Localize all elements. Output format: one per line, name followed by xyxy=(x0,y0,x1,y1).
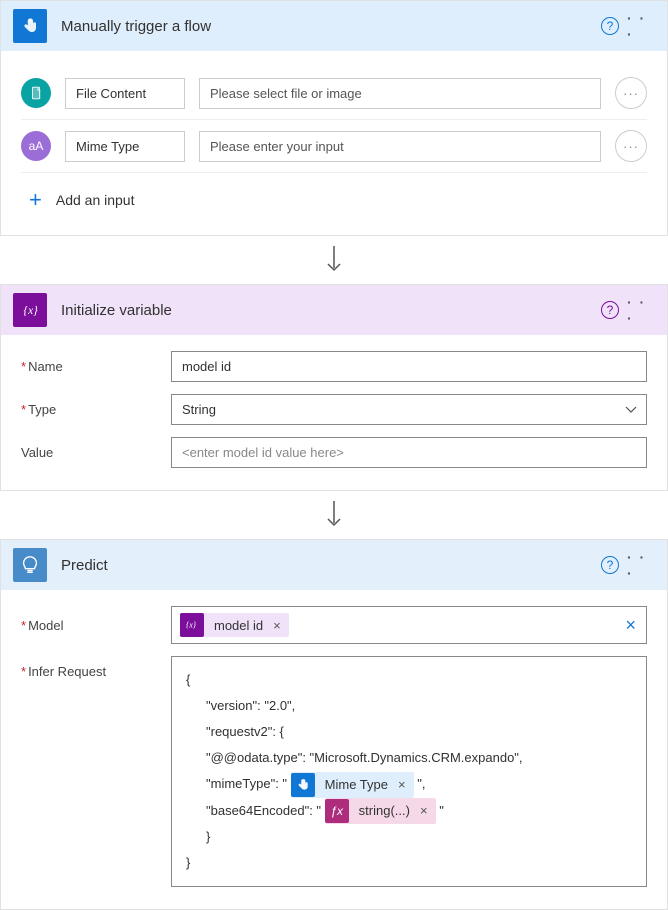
variable-icon: {x} xyxy=(13,293,47,327)
text-icon: aA xyxy=(21,131,51,161)
predict-header[interactable]: Predict ? · · · xyxy=(1,540,667,590)
predict-icon xyxy=(13,548,47,582)
expression-token[interactable]: ƒx string(...) × xyxy=(325,798,436,824)
input-label[interactable]: Mime Type xyxy=(65,131,185,162)
type-row: Type xyxy=(1,388,667,431)
json-line: "mimeType": " Mime Type × ", xyxy=(186,771,632,798)
input-row-file: File Content Please select file or image… xyxy=(21,67,647,120)
name-label: Name xyxy=(21,359,171,374)
json-line: } xyxy=(186,824,632,850)
infer-label: Infer Request xyxy=(21,656,171,679)
predict-card: Predict ? · · · Model {x} model id × × I… xyxy=(0,539,668,910)
value-row: Value xyxy=(1,431,667,474)
help-icon[interactable]: ? xyxy=(601,301,619,319)
clear-icon[interactable]: × xyxy=(625,615,636,636)
variable-title: Initialize variable xyxy=(61,302,601,319)
json-line: "base64Encoded": " ƒx string(...) × " xyxy=(186,798,632,825)
arrow-down-icon xyxy=(0,491,668,539)
type-select[interactable] xyxy=(171,394,647,425)
input-row-mime: aA Mime Type Please enter your input ··· xyxy=(21,120,647,173)
infer-request-input[interactable]: { "version": "2.0", "requestv2": { "@@od… xyxy=(171,656,647,887)
json-line: { xyxy=(186,667,632,693)
name-row: Name xyxy=(1,345,667,388)
variable-header[interactable]: {x} Initialize variable ? · · · xyxy=(1,285,667,335)
trigger-header[interactable]: Manually trigger a flow ? · · · xyxy=(1,1,667,51)
svg-text:{x}: {x} xyxy=(186,621,197,630)
variable-token-icon: {x} xyxy=(180,613,204,637)
model-input[interactable]: {x} model id × × xyxy=(171,606,647,644)
arrow-down-icon xyxy=(0,236,668,284)
model-row: Model {x} model id × × xyxy=(1,600,667,650)
token-remove-icon[interactable]: × xyxy=(420,798,436,824)
name-input[interactable] xyxy=(171,351,647,382)
file-icon xyxy=(21,78,51,108)
json-line: "@@odata.type": "Microsoft.Dynamics.CRM.… xyxy=(186,745,632,771)
input-more-icon[interactable]: ··· xyxy=(615,77,647,109)
add-input-button[interactable]: + Add an input xyxy=(21,173,647,219)
add-input-label: Add an input xyxy=(56,192,135,208)
more-icon[interactable]: · · · xyxy=(627,555,655,575)
token-remove-icon[interactable]: × xyxy=(273,618,289,633)
input-value[interactable]: Please enter your input xyxy=(199,131,601,162)
trigger-token-icon xyxy=(291,773,315,797)
trigger-title: Manually trigger a flow xyxy=(61,18,601,35)
json-line: } xyxy=(186,850,632,876)
input-more-icon[interactable]: ··· xyxy=(615,130,647,162)
trigger-card: Manually trigger a flow ? · · · File Con… xyxy=(0,0,668,236)
svg-text:{x}: {x} xyxy=(23,304,38,317)
json-line: "requestv2": { xyxy=(186,719,632,745)
variable-card: {x} Initialize variable ? · · · Name Typ… xyxy=(0,284,668,491)
mime-type-token[interactable]: Mime Type × xyxy=(291,772,414,798)
predict-title: Predict xyxy=(61,557,601,574)
input-value[interactable]: Please select file or image xyxy=(199,78,601,109)
token-remove-icon[interactable]: × xyxy=(398,772,414,798)
infer-row: Infer Request { "version": "2.0", "reque… xyxy=(1,650,667,893)
model-token[interactable]: {x} model id × xyxy=(180,613,289,637)
type-label: Type xyxy=(21,402,171,417)
input-label[interactable]: File Content xyxy=(65,78,185,109)
value-label: Value xyxy=(21,445,171,460)
more-icon[interactable]: · · · xyxy=(627,16,655,36)
plus-icon: + xyxy=(29,187,42,213)
fx-icon: ƒx xyxy=(325,799,349,823)
trigger-icon xyxy=(13,9,47,43)
model-label: Model xyxy=(21,618,171,633)
help-icon[interactable]: ? xyxy=(601,17,619,35)
json-line: "version": "2.0", xyxy=(186,693,632,719)
token-label: model id xyxy=(204,618,273,633)
more-icon[interactable]: · · · xyxy=(627,300,655,320)
value-input[interactable] xyxy=(171,437,647,468)
help-icon[interactable]: ? xyxy=(601,556,619,574)
